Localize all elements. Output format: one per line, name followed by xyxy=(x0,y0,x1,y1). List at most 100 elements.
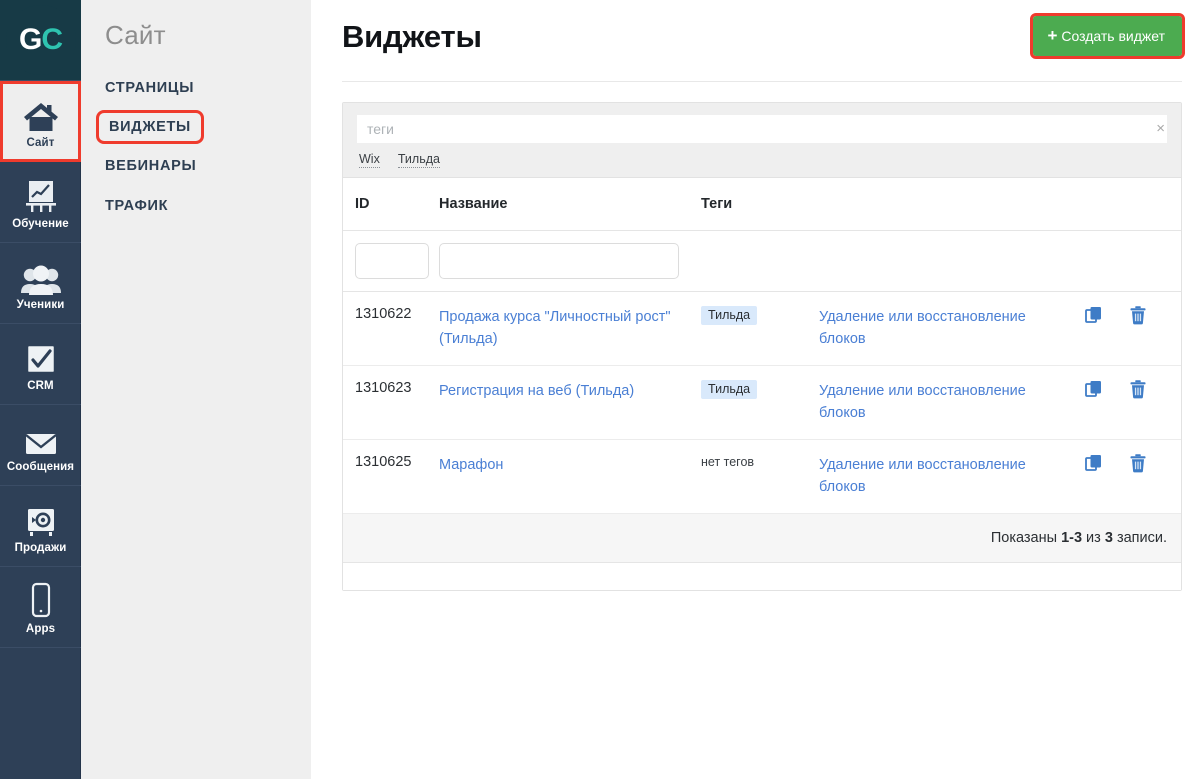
sidebar-item-webinars[interactable]: ВЕБИНАРЫ xyxy=(105,151,202,181)
sidebar-menu: СТРАНИЦЫ ВИДЖЕТЫ ВЕБИНАРЫ ТРАФИК xyxy=(81,73,311,231)
description-link[interactable]: Удаление или восстановление блоков xyxy=(819,457,1026,495)
trash-icon[interactable] xyxy=(1129,454,1147,476)
table-row: 1310622 Продажа курса "Личностный рост" … xyxy=(343,291,1181,366)
phone-icon xyxy=(28,580,54,620)
tag-suggestion-tilda[interactable]: Тильда xyxy=(397,152,440,168)
cell-name: Регистрация на веб (Тильда) xyxy=(439,365,701,440)
app-logo[interactable]: GC xyxy=(0,0,81,81)
filter-input-name[interactable] xyxy=(439,243,679,279)
table-row: 1310625 Марафон нет тегов Удаление или в… xyxy=(343,439,1181,514)
secondary-sidebar: Сайт СТРАНИЦЫ ВИДЖЕТЫ ВЕБИНАРЫ ТРАФИК xyxy=(81,0,311,779)
tag-badge: Тильда xyxy=(701,306,758,325)
widget-name-link[interactable]: Регистрация на веб (Тильда) xyxy=(439,383,634,399)
tag-suggestions: Wix Тильда xyxy=(357,152,1167,168)
sidebar-row: ВИДЖЕТЫ xyxy=(81,110,311,151)
create-widget-highlight: + Создать виджет xyxy=(1030,13,1185,59)
cell-name: Продажа курса "Личностный рост" (Тильда) xyxy=(439,291,701,366)
tag-empty-label: нет тегов xyxy=(701,454,755,469)
copy-icon[interactable] xyxy=(1085,306,1103,327)
sidebar-item-pages[interactable]: СТРАНИЦЫ xyxy=(105,73,200,103)
cell-description: Удаление или восстановление блоков xyxy=(819,365,1085,440)
description-link[interactable]: Удаление или восстановление блоков xyxy=(819,383,1026,421)
filter-cell-tags xyxy=(701,230,819,292)
copy-icon[interactable] xyxy=(1085,380,1103,401)
copy-icon[interactable] xyxy=(1085,454,1103,475)
cell-description: Удаление или восстановление блоков xyxy=(819,439,1085,514)
rail-item-messages[interactable]: Сообщения xyxy=(0,405,81,486)
rail-item-label: CRM xyxy=(27,379,54,392)
col-header-description xyxy=(819,178,1085,231)
sidebar-item-traffic[interactable]: ТРАФИК xyxy=(105,191,174,221)
rail-item-sales[interactable]: Продажи xyxy=(0,486,81,567)
rail-item-students[interactable]: Ученики xyxy=(0,243,81,324)
cell-tags: Тильда xyxy=(701,365,819,440)
rail-item-label: Сайт xyxy=(26,136,55,149)
page-title: Виджеты xyxy=(342,19,482,54)
description-link[interactable]: Удаление или восстановление блоков xyxy=(819,309,1026,347)
sidebar-section-title: Сайт xyxy=(105,20,166,50)
clear-tags-icon[interactable]: × xyxy=(1156,120,1165,137)
trash-icon[interactable] xyxy=(1129,306,1147,328)
tags-search-input[interactable] xyxy=(357,115,1167,143)
table-head: ID Название Теги xyxy=(343,178,1181,231)
table-tail-row xyxy=(343,562,1181,591)
envelope-icon xyxy=(21,418,61,458)
filter-input-id[interactable] xyxy=(355,243,429,279)
widget-name-link[interactable]: Продажа курса "Личностный рост" (Тильда) xyxy=(439,309,671,347)
summary-prefix: Показаны xyxy=(990,529,1062,546)
summary-suffix: записи. xyxy=(1112,529,1167,546)
filter-cell-actions xyxy=(1085,230,1181,292)
plus-icon: + xyxy=(1047,26,1058,45)
widgets-panel: × Wix Тильда ID Название Теги xyxy=(342,102,1182,592)
rail-item-label: Продажи xyxy=(14,541,67,554)
sidebar-row: СТРАНИЦЫ xyxy=(81,73,311,113)
cell-actions xyxy=(1085,439,1181,514)
cell-tags: Тильда xyxy=(701,291,819,366)
col-header-id: ID xyxy=(343,178,439,231)
col-header-name: Название xyxy=(439,178,701,231)
filter-cell-description xyxy=(819,230,1085,292)
widget-name-link[interactable]: Марафон xyxy=(439,457,503,473)
logo-circle: GC xyxy=(5,5,76,75)
cell-name: Марафон xyxy=(439,439,701,514)
create-widget-label: Создать виджет xyxy=(1061,27,1165,44)
chart-easel-icon xyxy=(21,175,61,215)
summary-middle: из xyxy=(1082,529,1105,546)
safe-icon xyxy=(23,499,59,539)
filter-cell-name xyxy=(439,230,701,292)
table-filter-row xyxy=(343,230,1181,292)
rail-item-training[interactable]: Обучение xyxy=(0,162,81,243)
page-header: Виджеты + Создать виджет xyxy=(342,0,1185,82)
cell-description: Удаление или восстановление блоков xyxy=(819,291,1085,366)
col-header-actions xyxy=(1085,178,1181,231)
house-icon xyxy=(21,94,61,134)
rail-item-site[interactable]: Сайт xyxy=(0,81,81,162)
col-header-tags: Теги xyxy=(701,178,819,231)
widgets-table: ID Название Теги 1310622 Продажа курса "… xyxy=(343,178,1181,591)
rail-item-label: Обучение xyxy=(12,217,69,230)
cell-id: 1310622 xyxy=(343,291,439,366)
table-body: 1310622 Продажа курса "Личностный рост" … xyxy=(343,230,1181,591)
table-header-row: ID Название Теги xyxy=(343,178,1181,231)
main-content: Виджеты + Создать виджет × Wix Тильда xyxy=(311,0,1200,779)
sidebar-row: ВЕБИНАРЫ xyxy=(81,151,311,191)
app-root: GC Сайт Обучение Ученики CRM Сообщения П… xyxy=(0,0,1200,779)
trash-icon[interactable] xyxy=(1129,380,1147,402)
rail-item-crm[interactable]: CRM xyxy=(0,324,81,405)
logo-letter-c: C xyxy=(41,23,63,56)
summary-range: 1-3 xyxy=(1061,529,1083,546)
records-summary: Показаны 1-3 из 3 записи. xyxy=(343,513,1181,563)
logo-letter-g: G xyxy=(18,23,42,56)
sidebar-item-widgets[interactable]: ВИДЖЕТЫ xyxy=(96,110,204,144)
filter-cell-id xyxy=(343,230,439,292)
sidebar-row: ТРАФИК xyxy=(81,191,311,231)
create-widget-button[interactable]: + Создать виджет xyxy=(1033,16,1182,56)
users-icon xyxy=(20,256,62,296)
rail-item-apps[interactable]: Apps xyxy=(0,567,81,648)
summary-total: 3 xyxy=(1104,529,1113,546)
tag-suggestion-wix[interactable]: Wix xyxy=(359,152,380,168)
table-footer-row: Показаны 1-3 из 3 записи. xyxy=(343,513,1181,563)
table-tail-cell xyxy=(343,562,1181,591)
table-row: 1310623 Регистрация на веб (Тильда) Тиль… xyxy=(343,365,1181,440)
cell-actions xyxy=(1085,291,1181,366)
